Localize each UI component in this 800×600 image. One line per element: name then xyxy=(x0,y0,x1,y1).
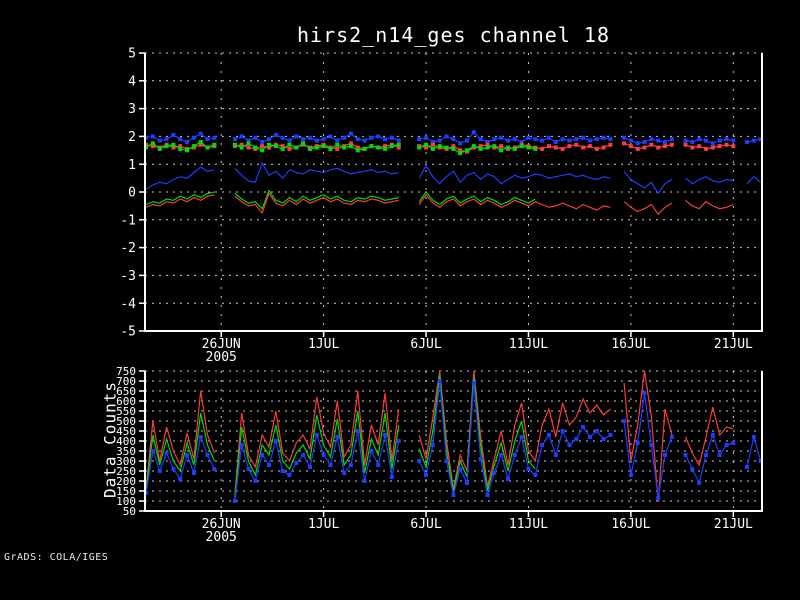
svg-text:1JUL: 1JUL xyxy=(308,337,339,352)
svg-text:-1: -1 xyxy=(120,213,136,228)
svg-text:-5: -5 xyxy=(120,325,136,340)
svg-text:750: 750 xyxy=(116,365,136,378)
svg-text:2: 2 xyxy=(128,130,136,145)
svg-text:5: 5 xyxy=(128,47,136,62)
svg-text:6JUL: 6JUL xyxy=(410,337,441,352)
svg-text:21JUL: 21JUL xyxy=(714,337,753,352)
svg-text:2005: 2005 xyxy=(206,350,237,365)
svg-text:16JUL: 16JUL xyxy=(611,517,650,532)
grads-attribution: GrADS: COLA/IGES xyxy=(4,552,109,563)
svg-text:4: 4 xyxy=(128,74,136,89)
svg-text:11JUL: 11JUL xyxy=(509,517,548,532)
grads-plot-window: hirs2_n14_ges channel 18 Data Counts -5-… xyxy=(0,0,800,600)
svg-text:16JUL: 16JUL xyxy=(611,337,650,352)
svg-text:6JUL: 6JUL xyxy=(410,517,441,532)
chart-canvas: -5-4-3-2-101234526JUN20051JUL 6JUL 11JUL 16… xyxy=(116,47,763,545)
svg-text:3: 3 xyxy=(128,102,136,117)
svg-text:0: 0 xyxy=(128,186,136,201)
svg-text:2005: 2005 xyxy=(206,530,237,545)
svg-text:-3: -3 xyxy=(120,269,136,284)
svg-text:-2: -2 xyxy=(120,241,136,256)
svg-text:1JUL: 1JUL xyxy=(308,517,339,532)
svg-text:1: 1 xyxy=(128,158,136,173)
svg-text:-4: -4 xyxy=(120,297,136,312)
svg-text:11JUL: 11JUL xyxy=(509,337,548,352)
svg-text:21JUL: 21JUL xyxy=(714,517,753,532)
